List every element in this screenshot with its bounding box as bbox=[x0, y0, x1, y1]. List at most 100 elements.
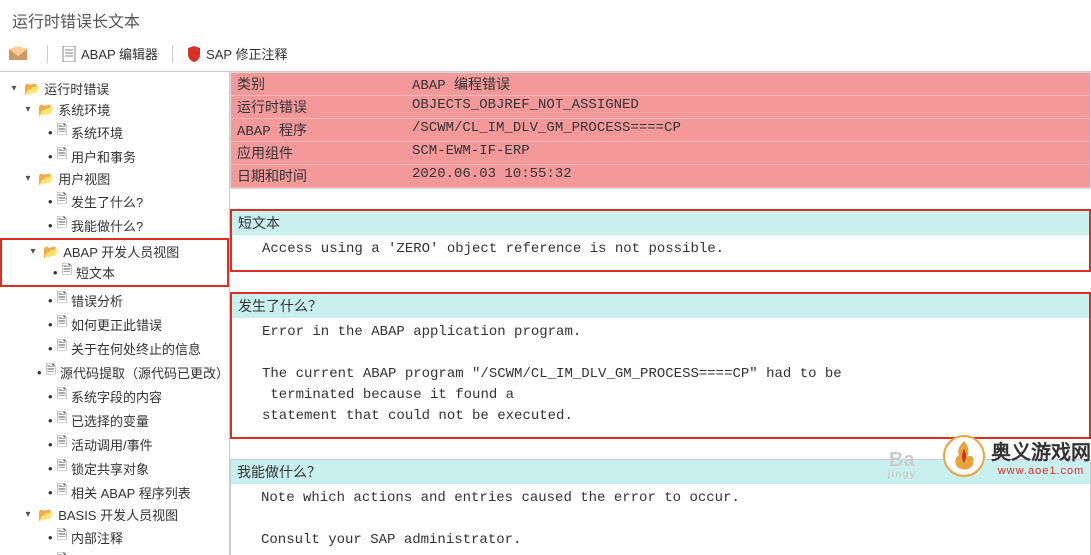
toolbar-item-sap-fix[interactable]: SAP 修正注释 bbox=[187, 44, 287, 63]
site-watermark: 奥义游戏网 www.aoe1.com bbox=[943, 435, 1091, 477]
chevron-down-icon: ▾ bbox=[8, 83, 20, 94]
toolbar: ABAP 编辑器 SAP 修正注释 bbox=[0, 40, 1091, 72]
watermark-text: jingy bbox=[888, 470, 916, 480]
tree-leaf-active-calls[interactable]: •🗎活动调用/事件 bbox=[0, 432, 229, 456]
tree-sys-env[interactable]: ▾ 📂系统环境 bbox=[0, 99, 229, 120]
folder-icon: 📂 bbox=[43, 244, 59, 260]
tree-leaf-what-can-i-do[interactable]: •🗎我能做什么? bbox=[0, 213, 229, 237]
document-icon: 🗎 bbox=[57, 313, 67, 335]
tree-leaf-sys-fields[interactable]: •🗎系统字段的内容 bbox=[0, 384, 229, 408]
header-label: 日期和时间 bbox=[237, 166, 412, 186]
watermark-text: Ba bbox=[888, 450, 916, 470]
watermark-url: www.aoe1.com bbox=[998, 465, 1085, 477]
toolbar-label: SAP 修正注释 bbox=[206, 44, 287, 63]
tree-leaf-sys-env[interactable]: •🗎系统环境 bbox=[0, 120, 229, 144]
document-icon: 🗎 bbox=[57, 337, 67, 359]
tree-label: 锁定共享对象 bbox=[71, 459, 149, 478]
tree-label: 用户和事务 bbox=[71, 147, 136, 166]
flame-logo-icon bbox=[943, 435, 985, 477]
document-icon: 🗎 bbox=[57, 457, 67, 479]
tree-sidebar[interactable]: ▾📂运行时错误 ▾📂系统环境 •🗎系统环境 •🗎用户和事务 ▾📂用户视图 •🗎发… bbox=[0, 72, 230, 555]
tree-label: 如何更正此错误 bbox=[71, 315, 162, 334]
tree-user-view[interactable]: ▾ 📂用户视图 bbox=[0, 168, 229, 189]
tree-label: 活动调用/事件 bbox=[71, 435, 153, 454]
tree-leaf-chosen-vars[interactable]: •🗎已选择的变量 bbox=[0, 408, 229, 432]
tree-label: 系统环境 bbox=[58, 100, 110, 119]
document-icon: 🗎 bbox=[57, 214, 67, 236]
tree-basis-dev-view[interactable]: ▾📂BASIS 开发人员视图 bbox=[0, 504, 229, 525]
tree-label: SAP 内核中的活动调用 bbox=[71, 552, 204, 555]
document-icon bbox=[62, 46, 76, 62]
mail-icon bbox=[8, 46, 28, 62]
header-row-runtime-error: 运行时错误OBJECTS_OBJREF_NOT_ASSIGNED bbox=[231, 96, 1090, 119]
document-icon: 🗎 bbox=[62, 261, 72, 283]
section-short-text: 短文本 Access using a 'ZERO' object referen… bbox=[230, 209, 1091, 272]
toolbar-item-abap-editor[interactable]: ABAP 编辑器 bbox=[62, 44, 158, 63]
document-icon: 🗎 bbox=[57, 190, 67, 212]
tree-label: 源代码提取（源代码已更改） bbox=[60, 363, 229, 382]
tree-leaf-how-correct[interactable]: •🗎如何更正此错误 bbox=[0, 312, 229, 336]
tree-leaf-short-text[interactable]: •🗎短文本 bbox=[5, 261, 224, 283]
header-value: ABAP 编程错误 bbox=[412, 74, 510, 94]
tree-leaf-user-trans[interactable]: •🗎用户和事务 bbox=[0, 144, 229, 168]
folder-icon: 📂 bbox=[24, 81, 40, 97]
divider bbox=[172, 45, 173, 63]
document-icon: 🗎 bbox=[46, 361, 56, 383]
header-row-app-component: 应用组件SCM-EWM-IF-ERP bbox=[231, 142, 1090, 165]
tree-label: BASIS 开发人员视图 bbox=[58, 505, 178, 524]
header-value: 2020.06.03 10:55:32 bbox=[412, 166, 572, 186]
main-area: ▾📂运行时错误 ▾📂系统环境 •🗎系统环境 •🗎用户和事务 ▾📂用户视图 •🗎发… bbox=[0, 72, 1091, 555]
folder-icon: 📂 bbox=[38, 507, 54, 523]
baidu-watermark: Ba jingy bbox=[888, 450, 916, 480]
tree-leaf-related-abap[interactable]: •🗎相关 ABAP 程序列表 bbox=[0, 480, 229, 504]
document-icon: 🗎 bbox=[57, 526, 67, 548]
section-title: 短文本 bbox=[232, 211, 1089, 235]
header-label: 运行时错误 bbox=[237, 97, 412, 117]
document-icon: 🗎 bbox=[57, 289, 67, 311]
tree-label: 关于在何处终止的信息 bbox=[71, 339, 201, 358]
tree-label: 错误分析 bbox=[71, 291, 123, 310]
tree-leaf-error-analysis[interactable]: •🗎错误分析 bbox=[0, 288, 229, 312]
section-body: Error in the ABAP application program. T… bbox=[232, 318, 1089, 437]
header-value: SCM-EWM-IF-ERP bbox=[412, 143, 530, 163]
folder-icon: 📂 bbox=[38, 171, 54, 187]
tree-root[interactable]: ▾ 📂运行时错误 bbox=[0, 78, 229, 99]
toolbar-item-mail[interactable] bbox=[8, 46, 33, 62]
section-title: 发生了什么？ bbox=[232, 294, 1089, 318]
header-value: OBJECTS_OBJREF_NOT_ASSIGNED bbox=[412, 97, 639, 117]
tree-leaf-what-happened[interactable]: •🗎发生了什么? bbox=[0, 189, 229, 213]
document-icon: 🗎 bbox=[57, 409, 67, 431]
divider bbox=[47, 45, 48, 63]
tree-label: 用户视图 bbox=[58, 169, 110, 188]
tree-leaf-internal-notes[interactable]: •🗎内部注释 bbox=[0, 525, 229, 549]
watermark-title: 奥义游戏网 bbox=[991, 436, 1091, 465]
document-icon: 🗎 bbox=[57, 121, 67, 143]
document-icon: 🗎 bbox=[57, 145, 67, 167]
section-body: Access using a 'ZERO' object reference i… bbox=[232, 235, 1089, 270]
chevron-down-icon: ▾ bbox=[22, 104, 34, 115]
section-body: Note which actions and entries caused th… bbox=[231, 484, 1090, 555]
tree-leaf-sap-kernel[interactable]: •🗎SAP 内核中的活动调用 bbox=[0, 549, 229, 555]
tree-label: 运行时错误 bbox=[44, 79, 109, 98]
header-row-datetime: 日期和时间2020.06.03 10:55:32 bbox=[231, 165, 1090, 188]
tree-label: 系统环境 bbox=[71, 123, 123, 142]
header-row-category: 类别ABAP 编程错误 bbox=[231, 73, 1090, 96]
tree-abap-dev-view[interactable]: ▾ 📂ABAP 开发人员视图 bbox=[5, 242, 224, 261]
tree-leaf-where-terminated[interactable]: •🗎关于在何处终止的信息 bbox=[0, 336, 229, 360]
header-row-abap-program: ABAP 程序/SCWM/CL_IM_DLV_GM_PROCESS====CP bbox=[231, 119, 1090, 142]
document-icon: 🗎 bbox=[57, 433, 67, 455]
chevron-down-icon: ▾ bbox=[22, 173, 34, 184]
document-icon: 🗎 bbox=[57, 385, 67, 407]
chevron-down-icon: ▾ bbox=[27, 246, 39, 257]
tree-leaf-source-extract[interactable]: •🗎源代码提取（源代码已更改） bbox=[0, 360, 229, 384]
tree-leaf-locked-shared[interactable]: •🗎锁定共享对象 bbox=[0, 456, 229, 480]
header-label: 应用组件 bbox=[237, 143, 412, 163]
header-label: 类别 bbox=[237, 74, 412, 94]
tree-label: ABAP 开发人员视图 bbox=[63, 242, 179, 261]
content-area[interactable]: 类别ABAP 编程错误 运行时错误OBJECTS_OBJREF_NOT_ASSI… bbox=[230, 72, 1091, 555]
tree-label: 我能做什么? bbox=[71, 216, 143, 235]
document-icon: 🗎 bbox=[57, 481, 67, 503]
tree-label: 短文本 bbox=[76, 263, 115, 282]
error-header-block: 类别ABAP 编程错误 运行时错误OBJECTS_OBJREF_NOT_ASSI… bbox=[230, 72, 1091, 189]
folder-icon: 📂 bbox=[38, 102, 54, 118]
